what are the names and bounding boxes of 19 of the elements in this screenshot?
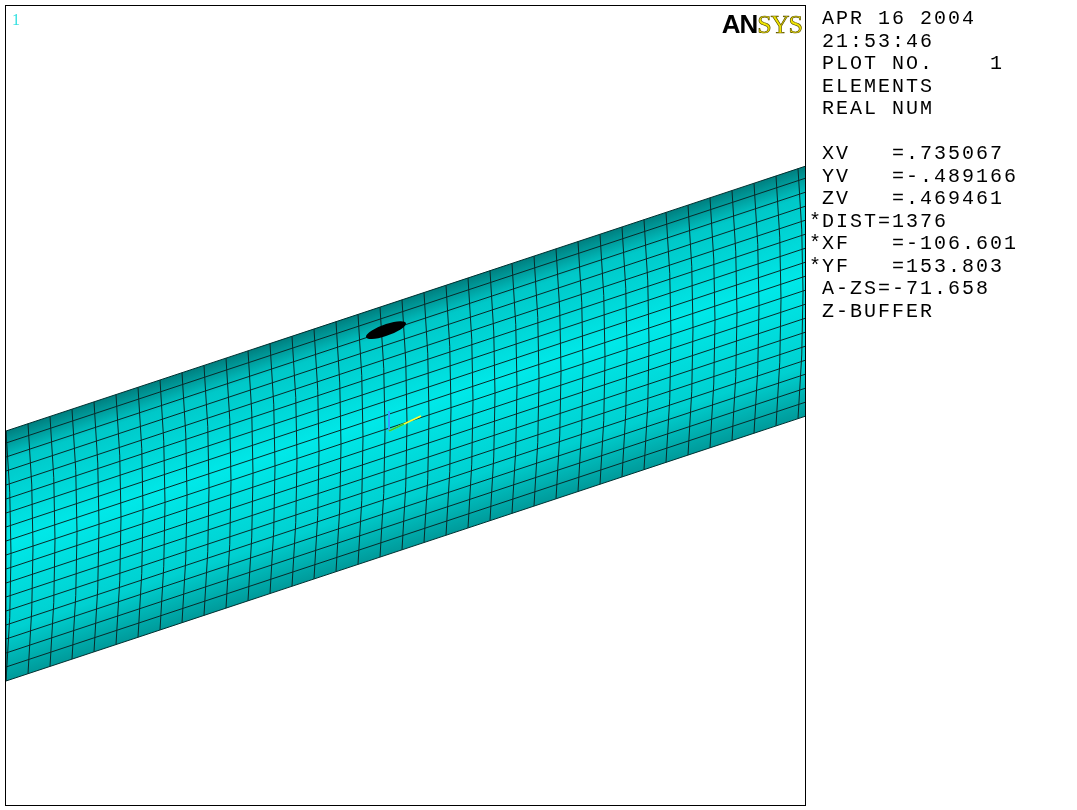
view-setting-text: A-ZS=-71.658	[822, 278, 991, 301]
plot-info-text: ELEMENTS	[822, 75, 934, 98]
view-setting-text: XF =-106.601	[822, 233, 1019, 256]
plot-info-text: APR 16 2004	[822, 8, 977, 31]
plot-info-text: REAL NUM	[822, 98, 934, 121]
modified-marker: *	[809, 210, 821, 233]
view-setting-text: Z-BUFFER	[822, 300, 934, 323]
plot-info-text: 21:53:46	[822, 30, 934, 53]
modified-marker: *	[809, 255, 821, 278]
view-setting-text: ZV =.469461	[822, 188, 1005, 211]
modified-marker: *	[809, 233, 821, 256]
view-setting-text: YF =153.803	[822, 255, 1005, 278]
plot-info-text: PLOT NO. 1	[822, 53, 1005, 76]
ansys-logo: ANSYS	[721, 11, 802, 38]
view-setting-text: XV =.735067	[822, 143, 1005, 166]
window-number: 1	[12, 12, 20, 28]
axis-triad-icon	[388, 410, 422, 432]
view-setting-text: DIST=1376	[822, 210, 949, 233]
view-setting-text: YV =-.489166	[822, 165, 1019, 188]
